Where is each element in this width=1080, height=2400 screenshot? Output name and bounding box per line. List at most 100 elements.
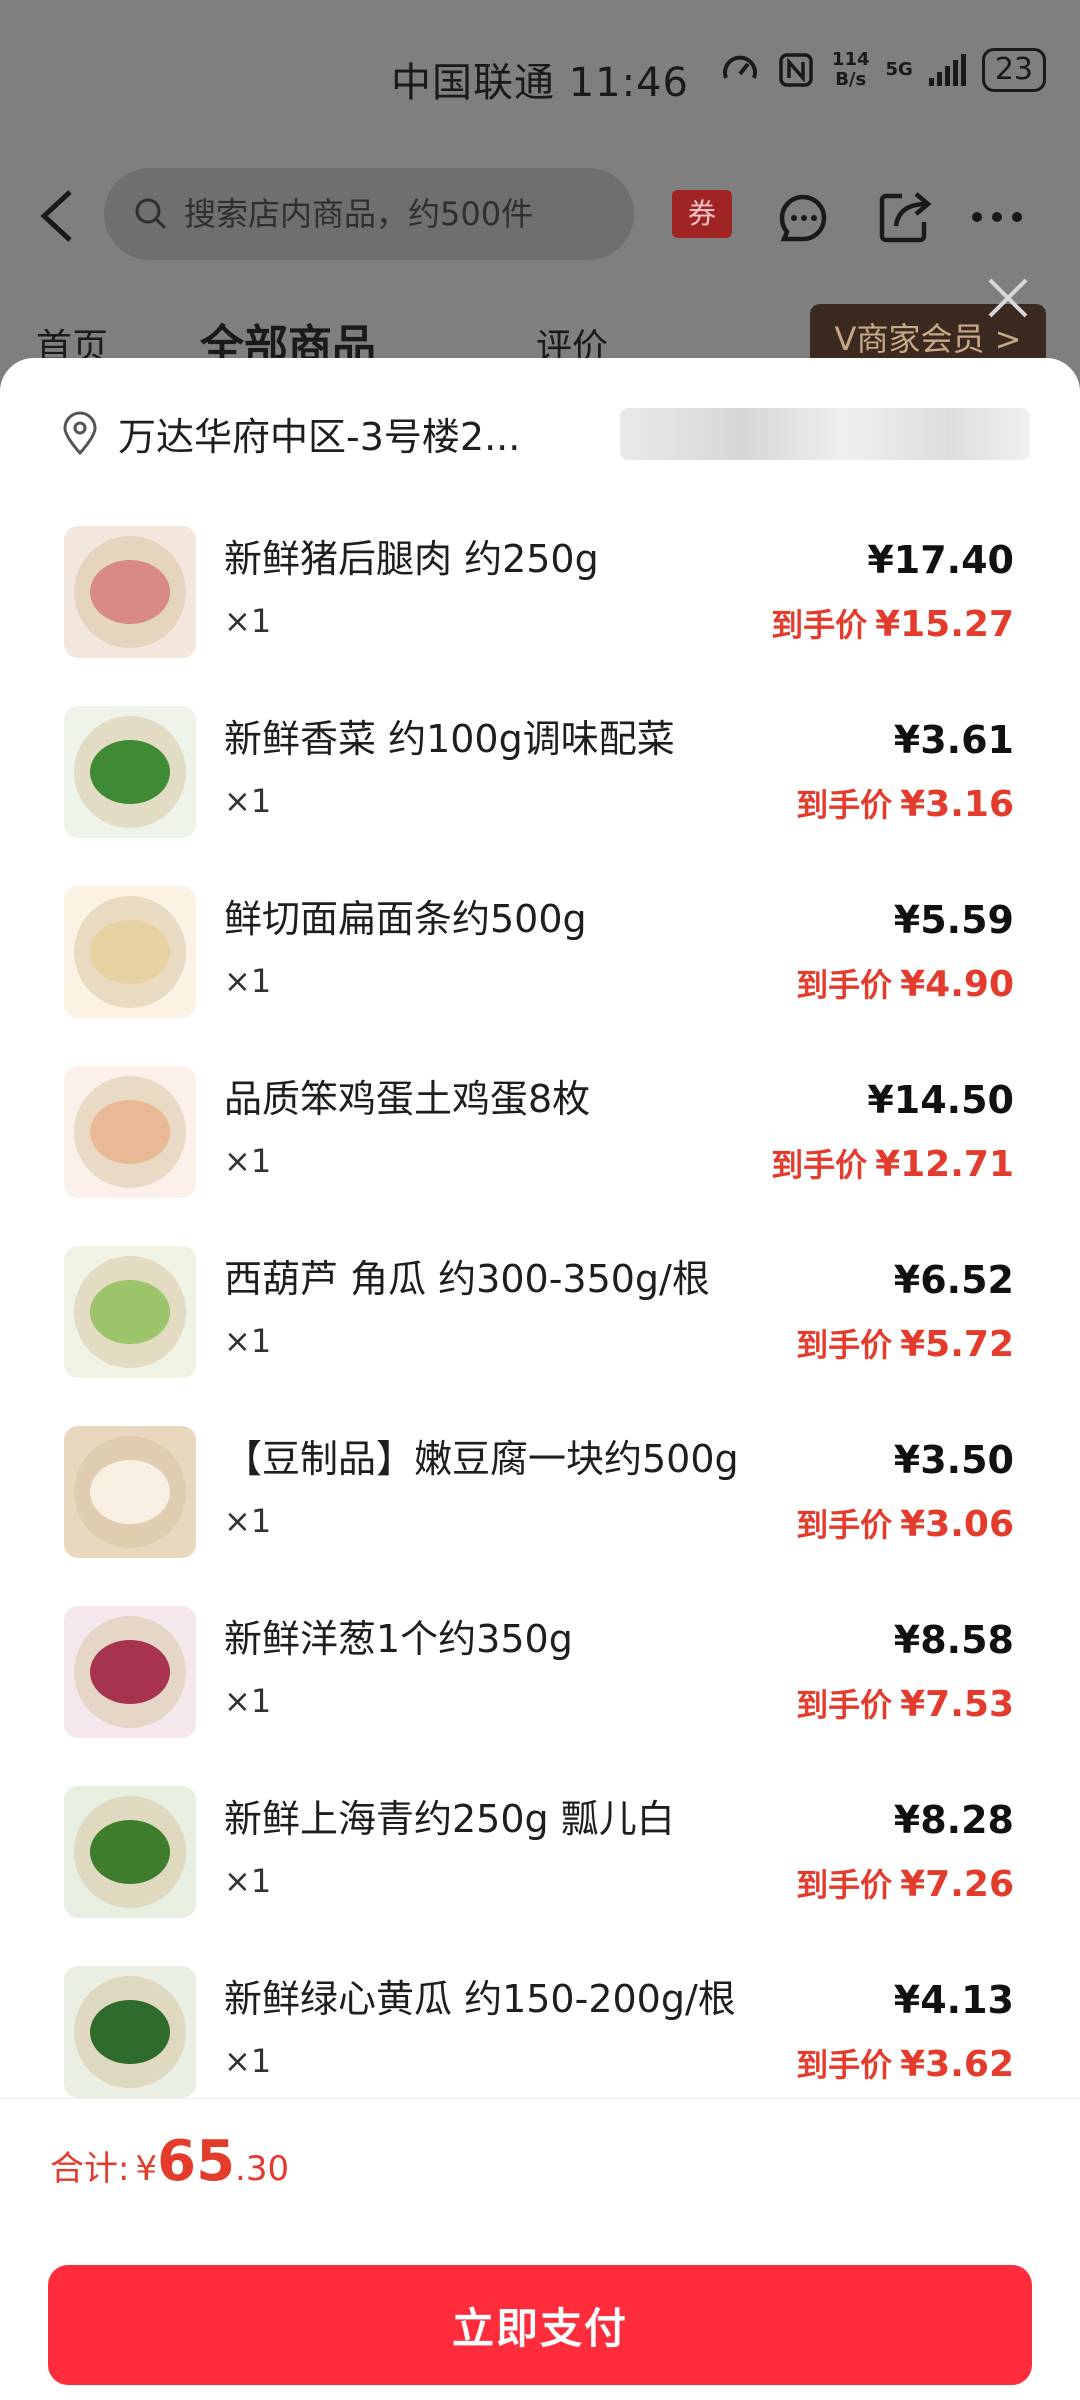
item-name: 【豆制品】嫩豆腐一块约500g	[224, 1437, 739, 1481]
redacted-contact-info	[620, 408, 1030, 460]
item-price: ¥8.58	[893, 1618, 1014, 1662]
order-item[interactable]: 新鲜洋葱1个约350g ×1 ¥8.58 到手价 ¥7.53	[30, 1596, 1050, 1776]
item-quantity: ×1	[224, 1682, 272, 1720]
status-icons: 114 B/s 5G 23	[720, 48, 1046, 92]
order-item[interactable]: 西葫芦 角瓜 约300-350g/根 ×1 ¥6.52 到手价 ¥5.72	[30, 1236, 1050, 1416]
cucumber-thumbnail	[64, 1966, 196, 2098]
product-image-icon	[74, 536, 186, 648]
pork-thumbnail	[64, 526, 196, 658]
customer-service-icon[interactable]	[774, 188, 832, 246]
item-quantity: ×1	[224, 2042, 272, 2080]
item-final-price: 到手价 ¥15.27	[771, 600, 1014, 646]
noodles-thumbnail	[64, 886, 196, 1018]
item-name: 新鲜猪后腿肉 约250g	[224, 537, 599, 581]
search-icon	[135, 198, 167, 230]
total-label: 合计:	[50, 2149, 130, 2189]
product-image-icon	[74, 1076, 186, 1188]
onion-thumbnail	[64, 1606, 196, 1738]
item-name: 品质笨鸡蛋土鸡蛋8枚	[224, 1077, 591, 1121]
store-search-bar[interactable]	[104, 168, 634, 260]
total-amount-decimal: .30	[235, 2149, 290, 2189]
zucchini-thumbnail	[64, 1246, 196, 1378]
checkout-sheet: 万达华府中区-3号楼2... 新鲜猪后腿肉 约250g ×1 ¥17.40 到手价 ¥1…	[0, 358, 1080, 2400]
final-price-value: ¥3.16	[900, 784, 1014, 825]
bok-choy-thumbnail	[64, 1786, 196, 1918]
product-image-icon	[74, 1796, 186, 1908]
network-speed: 114 B/s	[831, 49, 870, 90]
final-price-label: 到手价	[796, 1686, 893, 1724]
item-final-price: 到手价 ¥3.06	[796, 1500, 1014, 1546]
final-price-value: ¥3.06	[900, 1504, 1014, 1545]
order-item[interactable]: 新鲜猪后腿肉 约250g ×1 ¥17.40 到手价 ¥15.27	[30, 516, 1050, 696]
address-text: 万达华府中区-3号楼2...	[118, 414, 521, 459]
store-nav-bar: 券	[0, 160, 1080, 270]
final-price-label: 到手价	[796, 1506, 893, 1544]
item-quantity: ×1	[224, 1862, 272, 1900]
final-price-value: ¥5.72	[900, 1324, 1014, 1365]
cilantro-thumbnail	[64, 706, 196, 838]
battery-indicator: 23	[981, 48, 1046, 92]
eggs-thumbnail	[64, 1066, 196, 1198]
delivery-address[interactable]: 万达华府中区-3号楼2...	[0, 358, 1080, 508]
order-item[interactable]: 品质笨鸡蛋土鸡蛋8枚 ×1 ¥14.50 到手价 ¥12.71	[30, 1056, 1050, 1236]
location-pin-icon	[63, 411, 97, 455]
order-item-list[interactable]: 新鲜猪后腿肉 约250g ×1 ¥17.40 到手价 ¥15.27 新鲜香菜 约100g调…	[30, 508, 1050, 2098]
final-price-label: 到手价	[771, 606, 868, 644]
item-quantity: ×1	[224, 1502, 272, 1540]
nfc-icon	[779, 53, 813, 87]
order-item[interactable]: 鲜切面扁面条约500g ×1 ¥5.59 到手价 ¥4.90	[30, 876, 1050, 1056]
back-arrow-icon[interactable]	[34, 188, 84, 244]
item-quantity: ×1	[224, 962, 272, 1000]
tofu-thumbnail	[64, 1426, 196, 1558]
product-image-icon	[74, 1616, 186, 1728]
item-final-price: 到手价 ¥3.16	[796, 780, 1014, 826]
item-price: ¥4.13	[893, 1978, 1014, 2022]
item-price: ¥3.61	[893, 718, 1014, 762]
item-quantity: ×1	[224, 1322, 272, 1360]
item-name: 新鲜香菜 约100g调味配菜	[224, 717, 675, 761]
item-name: 新鲜绿心黄瓜 约150-200g/根	[224, 1977, 736, 2021]
item-final-price: 到手价 ¥7.53	[796, 1680, 1014, 1726]
final-price-value: ¥7.26	[900, 1864, 1014, 1905]
final-price-label: 到手价	[796, 1866, 893, 1904]
total-amount-integer: 65	[157, 2129, 236, 2194]
pay-now-button[interactable]: 立即支付	[48, 2265, 1032, 2385]
product-image-icon	[74, 716, 186, 828]
item-final-price: 到手价 ¥3.62	[796, 2040, 1014, 2086]
order-total: 合计: ¥ 65 .30	[50, 2129, 289, 2194]
item-name: 新鲜洋葱1个约350g	[224, 1617, 573, 1661]
final-price-value: ¥15.27	[875, 604, 1014, 645]
final-price-value: ¥3.62	[900, 2044, 1014, 2085]
final-price-label: 到手价	[796, 966, 893, 1004]
item-final-price: 到手价 ¥5.72	[796, 1320, 1014, 1366]
search-input[interactable]	[182, 194, 626, 234]
order-item[interactable]: 新鲜上海青约250g 瓢儿白 ×1 ¥8.28 到手价 ¥7.26	[30, 1776, 1050, 1956]
final-price-label: 到手价	[796, 1326, 893, 1364]
product-image-icon	[74, 1436, 186, 1548]
order-item[interactable]: 新鲜香菜 约100g调味配菜 ×1 ¥3.61 到手价 ¥3.16	[30, 696, 1050, 876]
final-price-value: ¥7.53	[900, 1684, 1014, 1725]
order-item[interactable]: 【豆制品】嫩豆腐一块约500g ×1 ¥3.50 到手价 ¥3.06	[30, 1416, 1050, 1596]
close-icon[interactable]	[986, 276, 1030, 320]
more-icon[interactable]	[968, 188, 1026, 246]
signal-icon	[928, 54, 966, 86]
item-price: ¥8.28	[893, 1798, 1014, 1842]
item-final-price: 到手价 ¥7.26	[796, 1860, 1014, 1906]
share-icon[interactable]	[876, 188, 934, 246]
coupon-button[interactable]: 券	[672, 190, 732, 238]
item-final-price: 到手价 ¥12.71	[771, 1140, 1014, 1186]
item-price: ¥3.50	[893, 1438, 1014, 1482]
speedometer-icon	[722, 55, 757, 79]
product-image-icon	[74, 896, 186, 1008]
item-price: ¥17.40	[867, 538, 1014, 582]
item-name: 西葫芦 角瓜 约300-350g/根	[224, 1257, 710, 1301]
item-price: ¥6.52	[893, 1258, 1014, 1302]
item-final-price: 到手价 ¥4.90	[796, 960, 1014, 1006]
final-price-value: ¥4.90	[900, 964, 1014, 1005]
checkout-footer: 合计: ¥ 65 .30 立即支付	[0, 2098, 1080, 2400]
final-price-value: ¥12.71	[875, 1144, 1014, 1185]
item-name: 新鲜上海青约250g 瓢儿白	[224, 1797, 675, 1841]
item-quantity: ×1	[224, 782, 272, 820]
item-quantity: ×1	[224, 602, 272, 640]
item-name: 鲜切面扁面条约500g	[224, 897, 587, 941]
